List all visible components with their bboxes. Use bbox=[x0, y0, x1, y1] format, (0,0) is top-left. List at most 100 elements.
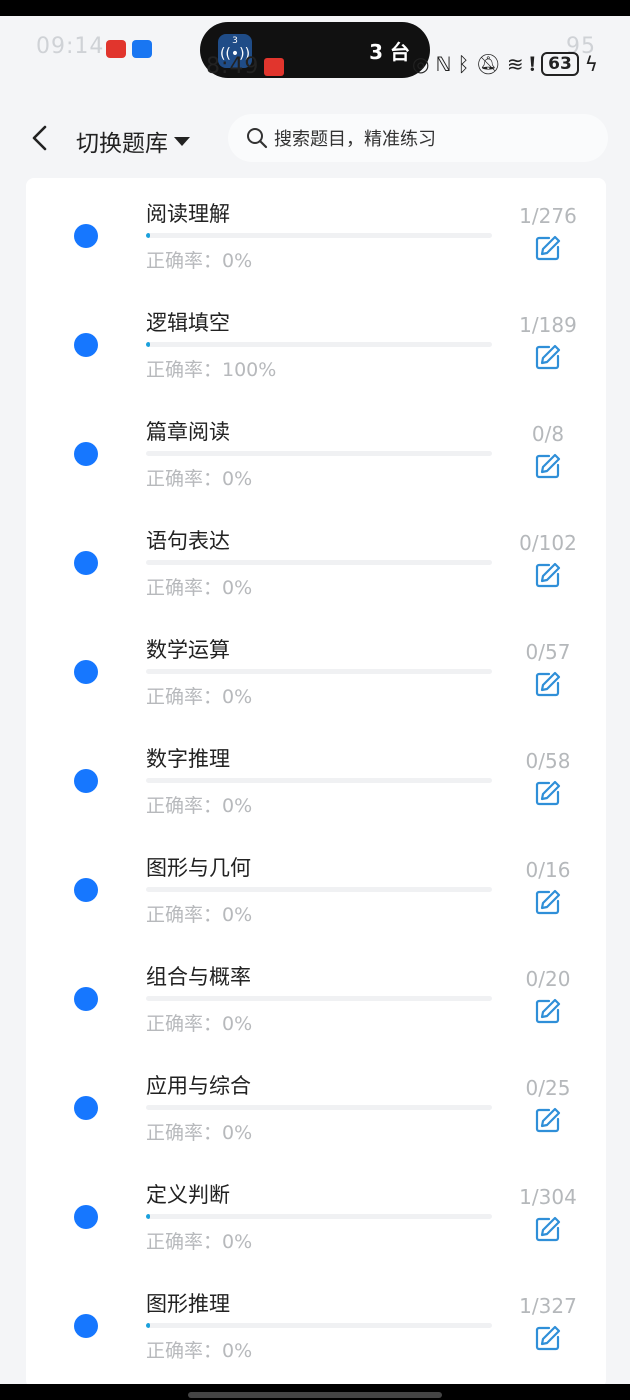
accuracy-label: 正确率：0% bbox=[146, 1013, 253, 1035]
search-input[interactable]: 搜索题目，精准练习 bbox=[228, 114, 608, 162]
progress-count: 0/8 bbox=[531, 422, 565, 446]
category-row[interactable]: 定义判断正确率：0% 1/304 bbox=[26, 1159, 606, 1268]
status-dot bbox=[74, 1205, 98, 1229]
status-bar: 09:14 95 3 ((•)) 3 台 8:49 ◎ ℕ ᛒ 🔕︎ ≋ ❗︎ … bbox=[0, 16, 630, 86]
category-row[interactable]: 组合与概率正确率：0% 0/20 bbox=[26, 941, 606, 1050]
accuracy-label: 正确率：0% bbox=[146, 468, 253, 490]
progress-count: 1/189 bbox=[519, 313, 577, 337]
edit-icon[interactable] bbox=[534, 343, 562, 371]
category-title: 组合与概率 bbox=[146, 965, 251, 989]
progress-track bbox=[146, 1323, 492, 1328]
switch-label: 切换题库 bbox=[76, 131, 168, 157]
accuracy-label: 正确率：0% bbox=[146, 795, 253, 817]
category-row[interactable]: 图形推理 正确率：0% 1/327 bbox=[26, 1268, 606, 1377]
status-dot bbox=[74, 551, 98, 575]
accuracy-label: 正确率：0% bbox=[146, 1231, 253, 1253]
status-dot bbox=[74, 224, 98, 248]
edit-icon[interactable] bbox=[534, 670, 562, 698]
charging-icon: ϟ bbox=[584, 52, 598, 76]
progress-track bbox=[146, 451, 492, 456]
category-title: 逻辑填空 bbox=[146, 311, 230, 335]
mute-icon: 🔕︎ bbox=[475, 52, 501, 76]
status-dot bbox=[74, 333, 98, 357]
progress-count: 0/16 bbox=[525, 858, 571, 882]
status-dot bbox=[74, 878, 98, 902]
app-badge-blue bbox=[132, 40, 152, 58]
status-dot bbox=[74, 1096, 98, 1120]
bluetooth-icon: ᛒ bbox=[457, 52, 470, 76]
category-row[interactable]: 图形与几何正确率：0% 0/16 bbox=[26, 832, 606, 941]
edit-icon[interactable] bbox=[534, 234, 562, 262]
system-icons: ◎ ℕ ᛒ 🔕︎ ≋ ❗︎ 63 ϟ bbox=[412, 52, 598, 76]
progress-count: 0/20 bbox=[525, 967, 571, 991]
status-dot bbox=[74, 1314, 98, 1338]
progress-fill bbox=[146, 233, 150, 238]
nav-header: 切换题库 搜索题目，精准练习 bbox=[0, 100, 630, 176]
category-row[interactable]: 应用与综合正确率：0% 0/25 bbox=[26, 1050, 606, 1159]
back-arrow-icon[interactable] bbox=[28, 124, 52, 152]
edit-icon[interactable] bbox=[534, 1215, 562, 1243]
ghost-time: 09:14 bbox=[36, 34, 105, 59]
caret-down-icon bbox=[174, 136, 190, 146]
progress-track bbox=[146, 342, 492, 347]
edit-icon[interactable] bbox=[534, 779, 562, 807]
progress-track bbox=[146, 887, 492, 892]
pill-label: 3 台 bbox=[369, 40, 410, 64]
search-icon bbox=[247, 128, 268, 149]
progress-track bbox=[146, 560, 492, 565]
app-badge-red bbox=[106, 40, 126, 58]
edit-icon[interactable] bbox=[534, 1324, 562, 1352]
progress-track bbox=[146, 778, 492, 783]
category-title: 数学运算 bbox=[146, 638, 230, 662]
progress-count: 1/327 bbox=[519, 1294, 577, 1318]
edit-icon[interactable] bbox=[534, 997, 562, 1025]
category-title: 篇章阅读 bbox=[146, 420, 230, 444]
top-black-strip bbox=[0, 0, 630, 16]
accuracy-label: 正确率：0% bbox=[146, 686, 253, 708]
category-title: 数字推理 bbox=[146, 747, 230, 771]
accuracy-label: 正确率：100% bbox=[146, 359, 277, 381]
progress-track bbox=[146, 996, 492, 1001]
category-row[interactable]: 语句表达 正确率：0% 0/102 bbox=[26, 505, 606, 614]
progress-fill bbox=[146, 1323, 150, 1328]
edit-icon[interactable] bbox=[534, 888, 562, 916]
status-dot bbox=[74, 987, 98, 1011]
progress-count: 1/276 bbox=[519, 204, 577, 228]
progress-track bbox=[146, 233, 492, 238]
progress-track bbox=[146, 1105, 492, 1110]
time-app-badge bbox=[264, 58, 284, 76]
switch-question-bank-button[interactable]: 切换题库 bbox=[76, 124, 190, 158]
pill-icon-count: 3 bbox=[232, 36, 238, 46]
category-row[interactable]: 逻辑填空正确率：100% 1/189 bbox=[26, 287, 606, 396]
nfc-icon: ℕ bbox=[435, 52, 452, 76]
category-row[interactable]: 阅读理解正确率：0% 1/276 bbox=[26, 178, 606, 287]
accuracy-label: 正确率：0% bbox=[146, 1122, 253, 1144]
edit-icon[interactable] bbox=[534, 1106, 562, 1134]
accuracy-label: 正确率：0% bbox=[146, 250, 253, 272]
accuracy-label: 正确率：0% bbox=[146, 904, 253, 926]
vpn-icon: ◎ bbox=[412, 52, 430, 76]
progress-count: 1/304 bbox=[519, 1185, 577, 1209]
clock: 8:49 bbox=[206, 54, 260, 79]
edit-icon[interactable] bbox=[534, 561, 562, 589]
category-row[interactable]: 数字推理 正确率：0% 0/58 bbox=[26, 723, 606, 832]
progress-track bbox=[146, 669, 492, 674]
progress-count: 0/25 bbox=[525, 1076, 571, 1100]
progress-count: 0/102 bbox=[519, 531, 577, 555]
category-row[interactable]: 篇章阅读正确率：0% 0/8 bbox=[26, 396, 606, 505]
category-list: 阅读理解 正确率：0% 1/276 逻辑填空 正确率：100% 1/189 篇章阅读 正确率：… bbox=[26, 178, 606, 1388]
category-row[interactable]: 数学运算正确率：0% 0/57 bbox=[26, 614, 606, 723]
category-title: 图形与几何 bbox=[146, 856, 251, 880]
home-indicator[interactable] bbox=[188, 1392, 442, 1398]
status-dot bbox=[74, 769, 98, 793]
status-dot bbox=[74, 442, 98, 466]
progress-count: 0/57 bbox=[525, 640, 571, 664]
category-title: 阅读理解 bbox=[146, 202, 230, 226]
category-title: 应用与综合 bbox=[146, 1074, 251, 1098]
category-title: 语句表达 bbox=[146, 529, 230, 553]
status-dot bbox=[74, 660, 98, 684]
wifi-icon: ≋ bbox=[506, 52, 524, 76]
category-title: 定义判断 bbox=[146, 1183, 230, 1207]
search-placeholder: 搜索题目，精准练习 bbox=[274, 129, 436, 150]
edit-icon[interactable] bbox=[534, 452, 562, 480]
